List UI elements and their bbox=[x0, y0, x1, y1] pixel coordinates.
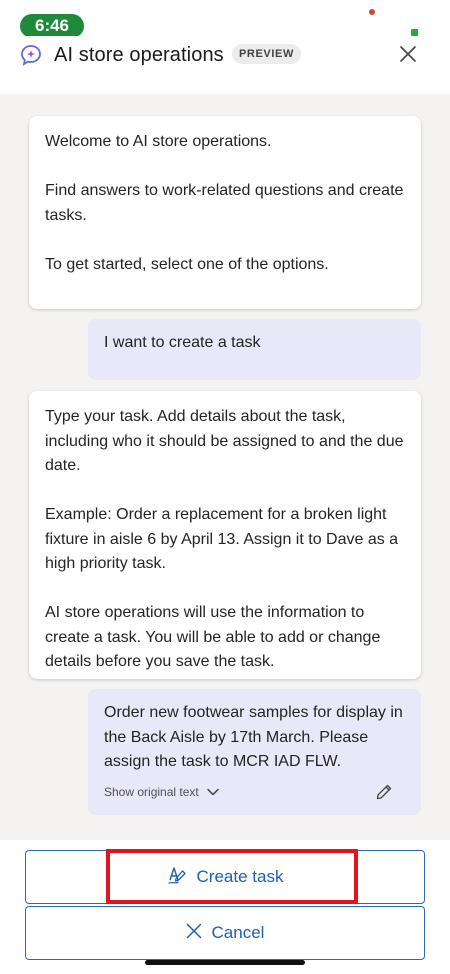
app-header: AI store operations PREVIEW bbox=[0, 36, 450, 94]
bot-message-welcome: Welcome to AI store operations. Find ans… bbox=[29, 116, 421, 309]
close-button[interactable] bbox=[396, 44, 420, 68]
message-text: Example: Order a replacement for a broke… bbox=[45, 506, 399, 572]
pencil-icon bbox=[375, 784, 393, 805]
message-text: Find answers to work-related questions a… bbox=[45, 182, 404, 224]
message-text: Welcome to AI store operations. bbox=[45, 133, 272, 150]
user-message: I want to create a task bbox=[88, 319, 421, 380]
notification-dot bbox=[369, 9, 375, 15]
message-footer: Show original text bbox=[104, 783, 405, 801]
message-text: Order new footwear samples for display i… bbox=[104, 704, 403, 770]
create-task-label: Create task bbox=[196, 867, 284, 886]
copilot-sparkle-icon bbox=[20, 44, 42, 66]
page-title: AI store operations bbox=[54, 44, 224, 66]
chat-area[interactable]: Welcome to AI store operations. Find ans… bbox=[0, 94, 450, 840]
message-text: AI store operations will use the informa… bbox=[45, 604, 381, 670]
edit-message-button[interactable] bbox=[375, 783, 393, 801]
battery-icon bbox=[411, 29, 418, 36]
sign-pen-icon bbox=[167, 865, 187, 890]
home-indicator bbox=[145, 960, 305, 965]
cancel-button[interactable]: Cancel bbox=[25, 906, 425, 960]
chevron-down-icon bbox=[206, 785, 219, 799]
create-task-button[interactable]: Create task bbox=[25, 850, 425, 904]
user-message: Order new footwear samples for display i… bbox=[88, 689, 421, 815]
message-text: Type your task. Add details about the ta… bbox=[45, 408, 404, 474]
status-bar: 6:46 bbox=[0, 0, 450, 40]
action-bar: Create task Cancel bbox=[0, 840, 450, 974]
close-icon bbox=[400, 45, 416, 67]
bot-message-instructions: Type your task. Add details about the ta… bbox=[29, 391, 421, 679]
message-text: To get started, select one of the option… bbox=[45, 255, 329, 273]
status-time: 6:46 bbox=[20, 14, 84, 38]
message-text: I want to create a task bbox=[104, 334, 261, 351]
show-original-text-button[interactable]: Show original text bbox=[104, 785, 219, 799]
cancel-label: Cancel bbox=[211, 923, 265, 942]
preview-badge: PREVIEW bbox=[232, 44, 301, 64]
close-icon bbox=[186, 923, 202, 944]
show-original-label: Show original text bbox=[104, 784, 199, 799]
